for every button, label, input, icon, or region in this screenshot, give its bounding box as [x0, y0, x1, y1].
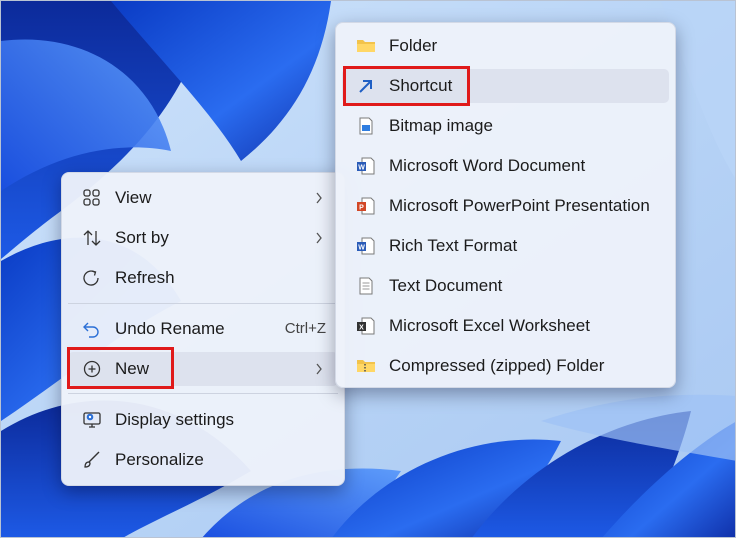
submenu-item-rich-text-format[interactable]: W Rich Text Format [342, 229, 669, 263]
menu-item-label: Bitmap image [389, 116, 493, 135]
chevron-right-icon [314, 230, 324, 246]
menu-item-sort-by[interactable]: Sort by [68, 221, 338, 255]
menu-item-label: Refresh [115, 268, 175, 287]
word-doc-icon: W [356, 157, 376, 175]
submenu-item-compressed-folder[interactable]: Compressed (zipped) Folder [342, 349, 669, 383]
display-settings-icon [82, 411, 102, 429]
chevron-right-icon [314, 361, 324, 377]
menu-item-undo-rename[interactable]: Undo Rename Ctrl+Z [68, 312, 338, 346]
menu-item-label: Microsoft PowerPoint Presentation [389, 196, 650, 215]
grid-view-icon [82, 189, 102, 207]
menu-item-display-settings[interactable]: Display settings [68, 403, 338, 437]
brush-icon [82, 451, 102, 469]
chevron-right-icon [314, 190, 324, 206]
menu-item-refresh[interactable]: Refresh [68, 261, 338, 295]
menu-item-label: Microsoft Word Document [389, 156, 586, 175]
powerpoint-icon: P [356, 197, 376, 215]
menu-item-label: Display settings [115, 410, 235, 429]
submenu-item-text-document[interactable]: Text Document [342, 269, 669, 303]
desktop-context-menu: View Sort by Refresh Undo Rename Ctrl+Z … [61, 172, 345, 486]
svg-text:W: W [358, 165, 365, 172]
rtf-doc-icon: W [356, 237, 376, 255]
bitmap-icon [356, 117, 376, 135]
menu-item-label: Undo Rename [115, 319, 225, 338]
keyboard-shortcut: Ctrl+Z [284, 320, 326, 337]
menu-item-label: Personalize [115, 450, 204, 469]
submenu-item-powerpoint-presentation[interactable]: P Microsoft PowerPoint Presentation [342, 189, 669, 223]
menu-item-label: Folder [389, 36, 438, 55]
svg-text:X: X [359, 325, 364, 332]
undo-icon [82, 320, 102, 338]
menu-item-label: Rich Text Format [389, 236, 518, 255]
highlight-box-new [67, 347, 174, 389]
submenu-item-bitmap-image[interactable]: Bitmap image [342, 109, 669, 143]
menu-item-label: Microsoft Excel Worksheet [389, 316, 590, 335]
text-doc-icon [356, 277, 376, 295]
menu-separator [68, 303, 338, 304]
menu-item-view[interactable]: View [68, 181, 338, 215]
menu-item-label: Text Document [389, 276, 503, 295]
menu-item-personalize[interactable]: Personalize [68, 443, 338, 477]
submenu-item-folder[interactable]: Folder [342, 29, 669, 63]
sort-icon [82, 229, 102, 247]
menu-separator [68, 393, 338, 394]
menu-item-label: Compressed (zipped) Folder [389, 356, 605, 375]
highlight-box-shortcut [343, 66, 470, 106]
folder-icon [356, 37, 376, 55]
menu-item-label: Sort by [115, 228, 169, 247]
submenu-item-excel-worksheet[interactable]: X Microsoft Excel Worksheet [342, 309, 669, 343]
svg-text:W: W [358, 245, 365, 252]
submenu-item-word-document[interactable]: W Microsoft Word Document [342, 149, 669, 183]
zip-folder-icon [356, 357, 376, 375]
excel-icon: X [356, 317, 376, 335]
refresh-icon [82, 269, 102, 287]
menu-item-label: View [115, 188, 152, 207]
svg-text:P: P [359, 205, 364, 212]
